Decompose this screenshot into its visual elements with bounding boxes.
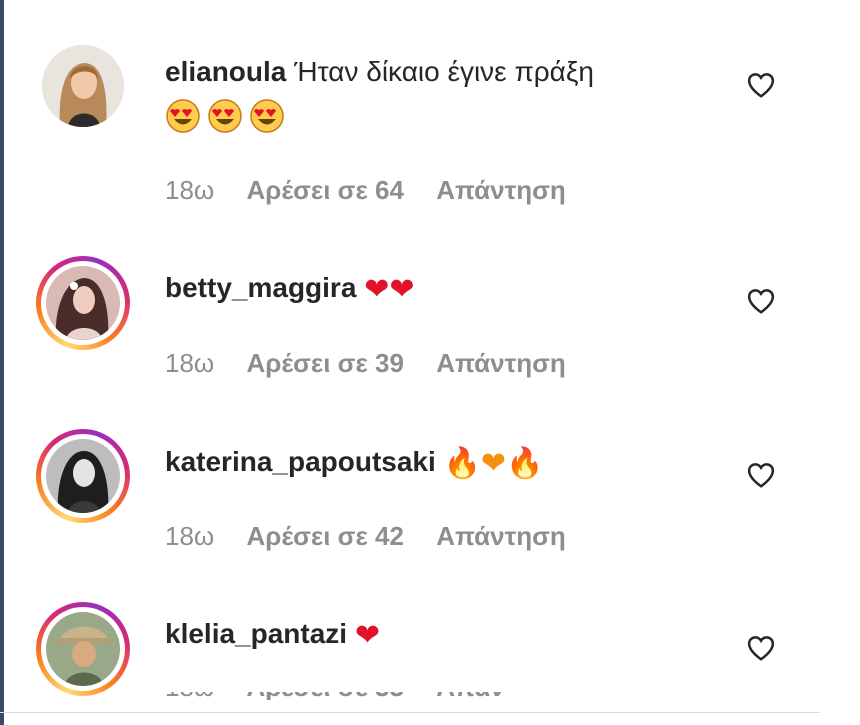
like-button[interactable]: [745, 286, 777, 316]
comment-emoji: ❤: [354, 618, 381, 653]
comment-likes-count[interactable]: Αρέσει σε 33: [247, 692, 404, 700]
like-button[interactable]: [745, 460, 777, 490]
comment-meta: 18ω Αρέσει σε 42 Απάντηση: [165, 521, 592, 552]
reply-button[interactable]: Απάντηση: [436, 692, 505, 700]
heart-outline-icon: [747, 73, 775, 98]
heart-outline-icon: [747, 463, 775, 488]
comment-emoji-row: [165, 95, 291, 135]
window-edge: [0, 0, 4, 725]
comment-emoji: 🔥❤🔥: [443, 446, 544, 481]
divider: [0, 712, 820, 713]
comment-username[interactable]: betty_maggira: [165, 272, 356, 303]
comment-text: Ήταν δίκαιο έγινε πράξη: [294, 56, 594, 87]
heart-eyes-emoji-icon: [207, 98, 243, 134]
comment-username[interactable]: elianoula: [165, 56, 286, 87]
avatar[interactable]: [42, 45, 124, 127]
comment-time[interactable]: 18ω: [165, 175, 214, 205]
heart-outline-icon: [747, 636, 775, 661]
profile-photo-icon: [46, 439, 120, 513]
comment-likes-count[interactable]: Αρέσει σε 64: [247, 175, 404, 205]
like-button[interactable]: [745, 70, 777, 100]
comment-likes-count[interactable]: Αρέσει σε 42: [247, 521, 404, 551]
comment-time[interactable]: 18ω: [165, 521, 214, 551]
heart-outline-icon: [747, 289, 775, 314]
comment-time[interactable]: 18ω: [165, 692, 214, 700]
like-button[interactable]: [745, 633, 777, 663]
comment-username[interactable]: klelia_pantazi: [165, 618, 347, 649]
comment-likes-count[interactable]: Αρέσει σε 39: [247, 348, 404, 378]
profile-photo-icon: [46, 266, 120, 340]
profile-photo-icon: [42, 45, 124, 127]
heart-eyes-emoji-icon: [165, 98, 201, 134]
reply-button[interactable]: Απάντηση: [436, 175, 566, 205]
comment-username[interactable]: katerina_papoutsaki: [165, 446, 436, 477]
profile-photo-icon: [46, 612, 120, 686]
heart-eyes-emoji-icon: [249, 98, 285, 134]
comment-meta: 18ω Αρέσει σε 39 Απάντηση: [165, 348, 592, 379]
comments-panel: elianoula Ήταν δίκαιο έγινε πράξη 18ω Αρ…: [0, 0, 860, 725]
avatar[interactable]: [36, 602, 130, 696]
comment-meta: 18ω Αρέσει σε 33 Απάντηση: [165, 692, 505, 700]
avatar[interactable]: [36, 429, 130, 523]
reply-button[interactable]: Απάντηση: [436, 521, 566, 551]
comment-time[interactable]: 18ω: [165, 348, 214, 378]
comment-emoji: ❤❤: [364, 272, 415, 307]
reply-button[interactable]: Απάντηση: [436, 348, 566, 378]
avatar[interactable]: [36, 256, 130, 350]
comment-meta: 18ω Αρέσει σε 64 Απάντηση: [165, 175, 592, 206]
